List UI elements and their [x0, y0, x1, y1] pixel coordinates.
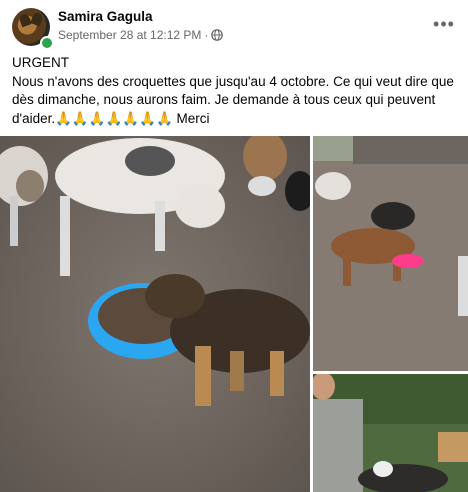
person-with-dogs-image [313, 374, 468, 492]
post-text-line-1: URGENT [12, 55, 69, 70]
more-options-button[interactable]: ••• [432, 12, 456, 36]
timestamp-link[interactable]: September 28 at 12:12 PM [58, 28, 201, 42]
author-name[interactable]: Samira Gagula [58, 9, 153, 24]
meta-separator: · [204, 28, 209, 42]
photo-dogs-eating-blue-bowl[interactable] [0, 136, 310, 492]
praying-hands-emoji: 🙏🙏🙏🙏🙏🙏🙏 [55, 110, 173, 126]
photo-person-with-dogs[interactable] [313, 374, 468, 492]
post-text: URGENT Nous n'avons des croquettes que j… [12, 54, 460, 128]
globe-icon [211, 29, 224, 41]
dogs-pink-bowl-image [313, 136, 468, 371]
post-header: Samira Gagula September 28 at 12:12 PM ·… [0, 0, 468, 52]
dogs-eating-image [0, 136, 310, 492]
online-status-indicator [40, 36, 54, 50]
photo-dogs-eating-pink-bowl[interactable] [313, 136, 468, 371]
post-meta: September 28 at 12:12 PM · [58, 28, 224, 42]
more-options-icon: ••• [433, 13, 455, 34]
post-text-end: Merci [172, 110, 210, 126]
photo-grid [0, 136, 468, 492]
post-text-body: Nous n'avons des croquettes que jusqu'au… [12, 73, 460, 129]
